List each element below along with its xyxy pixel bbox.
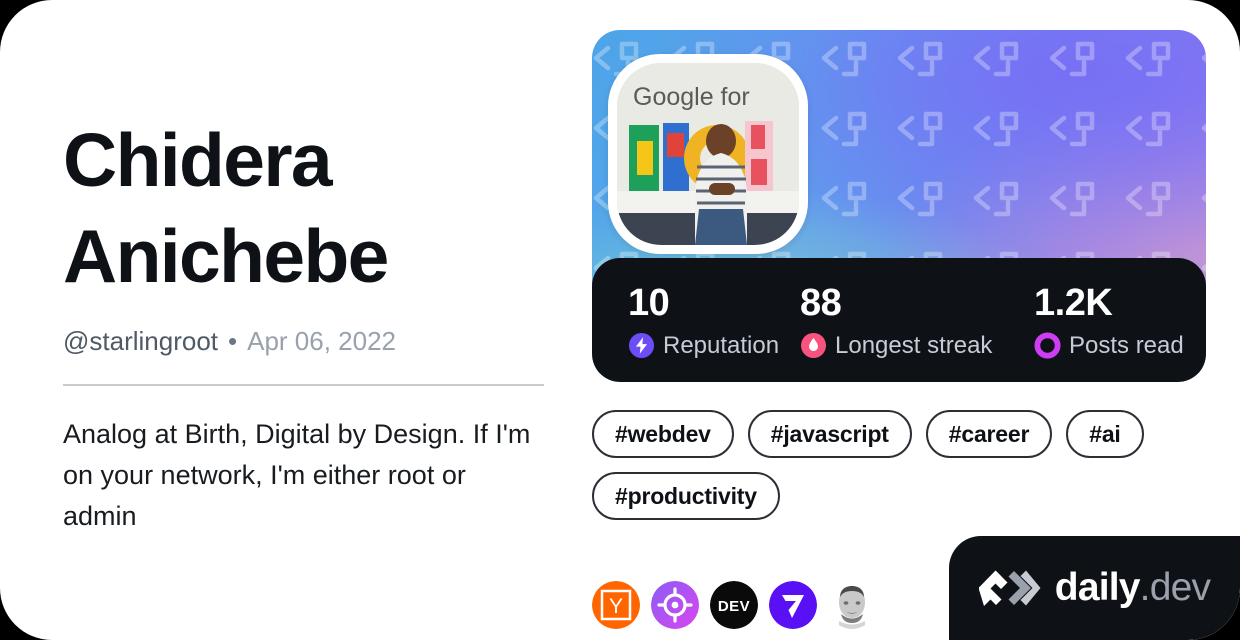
brand-name: daily .dev bbox=[1054, 566, 1211, 609]
avatar[interactable]: Google for bbox=[608, 54, 808, 254]
stat-label-row: Posts read bbox=[1034, 332, 1184, 360]
stat-label: Posts read bbox=[1069, 331, 1184, 359]
stat-reputation: 10 Reputation bbox=[628, 281, 800, 360]
brand-name-suffix: .dev bbox=[1139, 566, 1211, 609]
brand-name-main: daily bbox=[1054, 566, 1141, 609]
daily-dev-badge: daily .dev bbox=[949, 536, 1240, 640]
bolt-icon bbox=[628, 332, 655, 359]
profile-handle: @starlingroot bbox=[63, 326, 219, 356]
ring-icon bbox=[1034, 332, 1061, 359]
source-list: Y DEV bbox=[592, 581, 876, 629]
tag-chip[interactable]: #career bbox=[925, 410, 1053, 458]
flame-icon bbox=[800, 332, 827, 359]
svg-text:Y: Y bbox=[609, 595, 623, 618]
page-title: Chidera Anichebe bbox=[63, 118, 389, 298]
stat-label: Reputation bbox=[663, 331, 780, 359]
profile-bio: Analog at Birth, Digital by Design. If I… bbox=[63, 419, 531, 531]
stat-value: 88 bbox=[800, 281, 842, 324]
portrait-icon[interactable] bbox=[828, 581, 876, 629]
dev-to-icon[interactable]: DEV bbox=[710, 581, 758, 629]
seven-logo-icon[interactable] bbox=[769, 581, 817, 629]
profile-info-column: Chidera Anichebe @starlingroot • Apr 06,… bbox=[63, 112, 553, 537]
hacker-news-icon[interactable]: Y bbox=[592, 581, 640, 629]
joined-date: Apr 06, 2022 bbox=[247, 326, 397, 356]
stats-bar: 10 Reputation 88 Longest streak 1.2K Pos… bbox=[592, 258, 1206, 382]
profile-visual-column: Google for 10 Reputation 88 Longest stre… bbox=[592, 30, 1206, 629]
svg-text:DEV: DEV bbox=[718, 598, 750, 615]
cover-image: Google for 10 Reputation 88 Longest stre… bbox=[592, 30, 1206, 382]
chevron-slash-mark bbox=[978, 570, 1041, 606]
profile-card: Chidera Anichebe @starlingroot • Apr 06,… bbox=[0, 0, 1240, 640]
stat-label-row: Reputation bbox=[628, 332, 800, 360]
meta-separator: • bbox=[228, 326, 238, 356]
tag-list: #webdev #javascript #career #ai #product… bbox=[592, 410, 1206, 520]
tag-chip[interactable]: #javascript bbox=[747, 410, 912, 458]
stat-value: 10 bbox=[628, 281, 670, 324]
target-icon[interactable] bbox=[651, 581, 699, 629]
stat-label-row: Longest streak bbox=[800, 332, 1034, 360]
stat-value: 1.2K bbox=[1034, 281, 1113, 324]
svg-text:Google for: Google for bbox=[633, 83, 750, 111]
avatar-photo: Google for bbox=[617, 63, 799, 245]
avatar-illustration: Google for bbox=[617, 63, 799, 245]
tag-chip[interactable]: #webdev bbox=[592, 410, 734, 458]
profile-meta: @starlingroot • Apr 06, 2022 bbox=[63, 326, 553, 356]
stat-posts-read: 1.2K Posts read bbox=[1034, 281, 1184, 360]
stat-label: Longest streak bbox=[835, 331, 993, 359]
tag-chip[interactable]: #productivity bbox=[592, 472, 780, 520]
tag-chip[interactable]: #ai bbox=[1066, 410, 1144, 458]
divider bbox=[63, 384, 544, 386]
stat-longest-streak: 88 Longest streak bbox=[800, 281, 1034, 360]
